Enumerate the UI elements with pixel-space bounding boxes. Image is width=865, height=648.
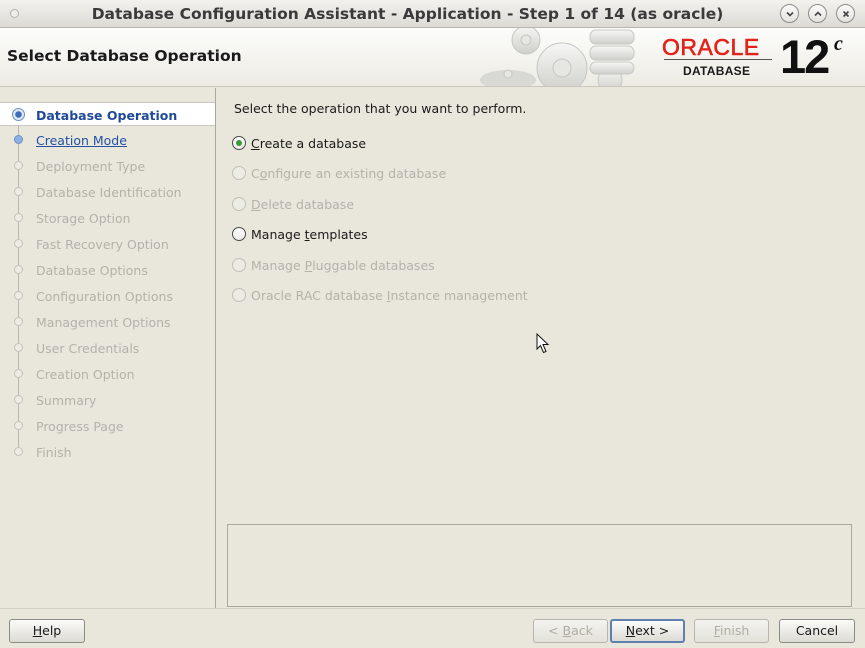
- step-database-identification: Database Identification: [0, 180, 215, 204]
- label-text: elete database: [260, 196, 355, 212]
- next-button[interactable]: Next >: [610, 619, 685, 643]
- option-label: Delete database: [251, 197, 354, 212]
- step-label: Deployment Type: [36, 159, 146, 174]
- version-number: 12: [780, 30, 830, 83]
- step-progress-page: Progress Page: [0, 414, 215, 438]
- step-label: Database Operation: [36, 108, 178, 123]
- step-marker-icon: [14, 161, 23, 170]
- step-label: Database Identification: [36, 185, 182, 200]
- back-label: ack: [571, 623, 593, 638]
- step-deployment-type: Deployment Type: [0, 154, 215, 178]
- step-database-operation[interactable]: Database Operation: [0, 102, 215, 126]
- step-fast-recovery-option: Fast Recovery Option: [0, 232, 215, 256]
- step-marker-icon: [14, 213, 23, 222]
- step-marker-icon: [14, 395, 23, 404]
- step-management-options: Management Options: [0, 310, 215, 334]
- close-icon[interactable]: [836, 4, 855, 23]
- mnemonic-letter: C: [251, 136, 260, 151]
- step-label: Management Options: [36, 315, 171, 330]
- option-label: Oracle RAC database Instance management: [251, 288, 528, 303]
- logo-divider: [664, 59, 772, 60]
- minimize-icon[interactable]: [780, 4, 799, 23]
- window-titlebar: Database Configuration Assistant - Appli…: [0, 0, 865, 28]
- back-mnemonic: B: [562, 623, 572, 638]
- help-mnemonic: H: [32, 623, 43, 638]
- wizard-footer: Help < Back Next > Finish Cancel: [0, 608, 865, 648]
- step-database-options: Database Options: [0, 258, 215, 282]
- help-button[interactable]: Help: [9, 619, 85, 643]
- radio-button[interactable]: [232, 227, 246, 242]
- oracle-logo-product: DATABASE: [683, 64, 751, 78]
- step-label: Database Options: [36, 263, 148, 278]
- operation-prompt: Select the operation that you want to pe…: [234, 101, 527, 116]
- step-marker-icon: [14, 447, 23, 456]
- step-summary: Summary: [0, 388, 215, 412]
- window-title: Database Configuration Assistant - Appli…: [91, 5, 724, 23]
- finish-label: inish: [719, 623, 750, 638]
- page-title: Select Database Operation: [7, 47, 242, 65]
- step-label: Creation Option: [36, 367, 135, 382]
- step-label: Summary: [36, 393, 97, 408]
- option-label: Configure an existing database: [251, 166, 446, 181]
- step-label: Creation Mode: [36, 133, 127, 148]
- step-creation-mode[interactable]: Creation Mode: [0, 128, 215, 152]
- label-text: emplates: [309, 227, 368, 243]
- message-area: [227, 524, 852, 607]
- label-text: reate a database: [259, 136, 367, 151]
- step-marker-icon: [14, 135, 23, 144]
- mnemonic-letter: D: [251, 196, 261, 212]
- label-text: Manage: [251, 257, 305, 273]
- version-suffix: c: [834, 33, 843, 55]
- next-label: ext >: [635, 623, 670, 638]
- step-user-credentials: User Credentials: [0, 336, 215, 360]
- radio-button: [232, 288, 246, 302]
- radio-button: [232, 257, 246, 272]
- step-label: Storage Option: [36, 211, 131, 226]
- step-marker-icon: [14, 187, 23, 196]
- step-marker-icon: [14, 343, 23, 352]
- label-text: nfigure an existing database: [267, 166, 447, 182]
- help-label: elp: [42, 623, 62, 638]
- label-text: Oracle RAC database: [251, 288, 387, 303]
- step-marker-icon: [14, 421, 23, 430]
- radio-button: [232, 166, 246, 181]
- option-label: Manage templates: [251, 227, 368, 242]
- gears-graphic-icon: [480, 28, 635, 86]
- back-button[interactable]: < Back: [533, 619, 608, 643]
- step-label: User Credentials: [36, 341, 140, 356]
- step-creation-option: Creation Option: [0, 362, 215, 386]
- step-label: Finish: [36, 445, 72, 460]
- step-navigation: Database Operation Creation Mode Deploymen…: [0, 88, 216, 608]
- cancel-button[interactable]: Cancel: [779, 619, 855, 643]
- maximize-icon[interactable]: [808, 4, 827, 23]
- step-storage-option: Storage Option: [0, 206, 215, 230]
- step-marker-icon: [14, 239, 23, 248]
- option-label: Manage Pluggable databases: [251, 258, 435, 273]
- option-label: Create a database: [251, 136, 366, 151]
- step-marker-icon: [14, 369, 23, 378]
- step-label: Fast Recovery Option: [36, 237, 169, 252]
- radio-button[interactable]: [232, 136, 246, 150]
- step-label: Progress Page: [36, 419, 124, 434]
- oracle-logo: ORACLE: [662, 34, 760, 61]
- label-text: nstance management: [390, 288, 528, 303]
- label-text: luggable databases: [312, 257, 435, 273]
- page-header: Select Database Operation ORACLE DATABAS…: [0, 28, 865, 87]
- step-label: Configuration Options: [36, 289, 173, 304]
- back-prefix: <: [548, 623, 563, 638]
- step-finish: Finish: [0, 440, 215, 464]
- step-configuration-options: Configuration Options: [0, 284, 215, 308]
- next-mnemonic: N: [625, 623, 636, 638]
- current-step-icon: [12, 108, 25, 121]
- radio-button: [232, 196, 246, 211]
- label-text: C: [251, 166, 260, 182]
- step-marker-icon: [14, 265, 23, 274]
- step-marker-icon: [14, 291, 23, 300]
- label-text: Manage: [251, 227, 305, 243]
- step-marker-icon: [14, 317, 23, 326]
- finish-button[interactable]: Finish: [694, 619, 769, 643]
- mouse-cursor-icon: [536, 333, 550, 354]
